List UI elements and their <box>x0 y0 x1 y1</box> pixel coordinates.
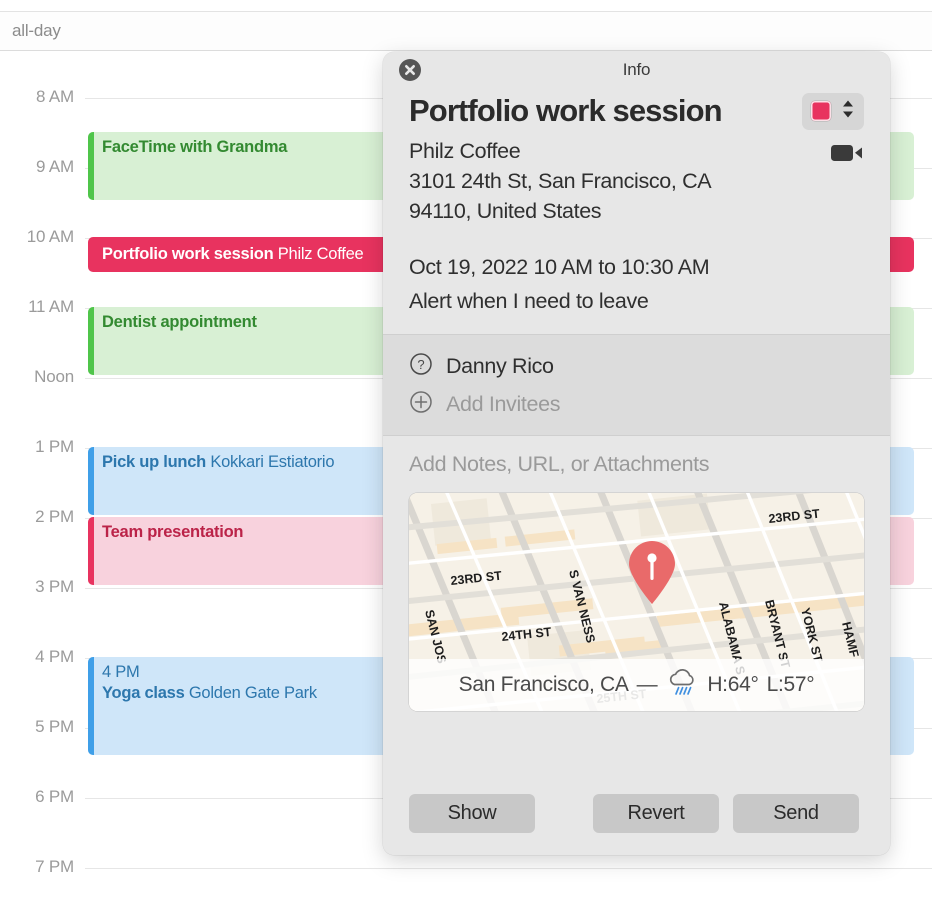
svg-text:SAN JOS: SAN JOS <box>422 608 449 665</box>
hour-label: 11 AM <box>28 297 74 316</box>
hour-label: 8 AM <box>36 87 74 106</box>
event-schedule-section: Oct 19, 2022 10 AM to 10:30 AM Alert whe… <box>383 240 890 335</box>
hour-gridline <box>85 868 932 869</box>
hour-label: Noon <box>34 367 74 386</box>
popover-titlebar: Info <box>383 52 890 88</box>
svg-text:?: ? <box>417 357 424 372</box>
event-title-row: Portfolio work session <box>409 88 864 130</box>
send-button[interactable]: Send <box>733 794 859 833</box>
invitee-name: Danny Rico <box>446 353 554 378</box>
calendar-color-stepper[interactable] <box>802 92 864 130</box>
video-camera-icon[interactable] <box>830 141 864 170</box>
event-location-row: Philz Coffee 3101 24th St, San Francisco… <box>409 136 864 226</box>
event-summary-section: Portfolio work session Philz Coffee 3101… <box>383 88 890 240</box>
hour-label: 3 PM <box>35 577 74 596</box>
all-day-label: all-day <box>12 21 61 40</box>
question-circle-icon: ? <box>409 352 433 381</box>
all-day-row[interactable]: all-day <box>0 12 932 51</box>
event-invitees-section: ? Danny Rico Add Invitees <box>383 335 890 436</box>
svg-text:S VAN NESS: S VAN NESS <box>566 568 598 644</box>
event-location-text: Golden Gate Park <box>188 684 317 702</box>
invitee-row[interactable]: ? Danny Rico <box>409 347 864 385</box>
event-title[interactable]: Portfolio work session <box>409 92 723 130</box>
svg-text:24TH ST: 24TH ST <box>501 625 553 644</box>
notes-input[interactable]: Add Notes, URL, or Attachments <box>409 452 864 477</box>
event-title-text: Dentist appointment <box>102 313 257 331</box>
invitee-name: Add Invitees <box>446 391 561 416</box>
map-pin-icon <box>625 539 679 605</box>
svg-text:23RD ST: 23RD ST <box>768 507 821 526</box>
hour-label: 10 AM <box>26 227 74 246</box>
svg-text:YORK ST: YORK ST <box>798 606 825 664</box>
hour-label: 5 PM <box>35 717 74 736</box>
event-title-text: Portfolio work session <box>102 245 274 263</box>
rain-cloud-icon <box>665 668 699 702</box>
event-title-text: Yoga class <box>102 684 185 702</box>
event-title-text: Pick up lunch <box>102 453 207 471</box>
hour-label: 9 AM <box>36 157 74 176</box>
location-line-3: 94110, United States <box>409 199 602 223</box>
location-map[interactable]: 23RD ST 23RD ST 24TH ST 25TH ST S VAN NE… <box>409 493 864 711</box>
popover-title: Info <box>622 60 651 79</box>
event-date-time[interactable]: Oct 19, 2022 10 AM to 10:30 AM <box>409 250 864 284</box>
location-line-1: Philz Coffee <box>409 139 521 163</box>
invitee-row[interactable]: Add Invitees <box>409 385 864 423</box>
hour-label: 7 PM <box>35 857 74 876</box>
popover-button-bar: Show Revert Send <box>383 776 890 855</box>
calendar-color-swatch[interactable] <box>811 101 831 121</box>
event-location-text: Kokkari Estiatorio <box>210 453 335 471</box>
location-line-2: 3101 24th St, San Francisco, CA <box>409 169 712 193</box>
weather-city: San Francisco, CA <box>458 673 629 696</box>
revert-button[interactable]: Revert <box>593 794 719 833</box>
svg-text:HAMF: HAMF <box>839 620 861 659</box>
hour-label: 4 PM <box>35 647 74 666</box>
event-title-text: Team presentation <box>102 523 244 541</box>
event-label: Portfolio work session Philz Coffee <box>88 244 364 265</box>
hour-label: 1 PM <box>35 437 74 456</box>
weather-high: H:64° <box>707 673 759 696</box>
plus-circle-icon <box>409 390 433 419</box>
hour-label: 6 PM <box>35 787 74 806</box>
svg-text:23RD ST: 23RD ST <box>450 569 503 588</box>
event-info-popover: Info Portfolio work session Philz Coffee… <box>383 52 890 855</box>
hour-label: 2 PM <box>35 507 74 526</box>
event-alert[interactable]: Alert when I need to leave <box>409 284 864 318</box>
event-location[interactable]: Philz Coffee 3101 24th St, San Francisco… <box>409 136 712 226</box>
show-button[interactable]: Show <box>409 794 535 833</box>
chevron-up-down-icon[interactable] <box>841 98 855 125</box>
weather-separator: — <box>636 673 658 696</box>
weather-strip: San Francisco, CA — H:64° L:57° <box>409 659 864 711</box>
calendar-app-screen: all-day 8 AM 9 AM 10 AM 11 AM Noon 1 PM 2 PM 3 … <box>0 0 932 916</box>
event-notes-section: Add Notes, URL, or Attachments 23RD ST 2… <box>383 436 890 776</box>
event-title-text: FaceTime with Grandma <box>102 138 288 156</box>
event-location-text: Philz Coffee <box>277 245 364 263</box>
weather-low: L:57° <box>766 673 815 696</box>
